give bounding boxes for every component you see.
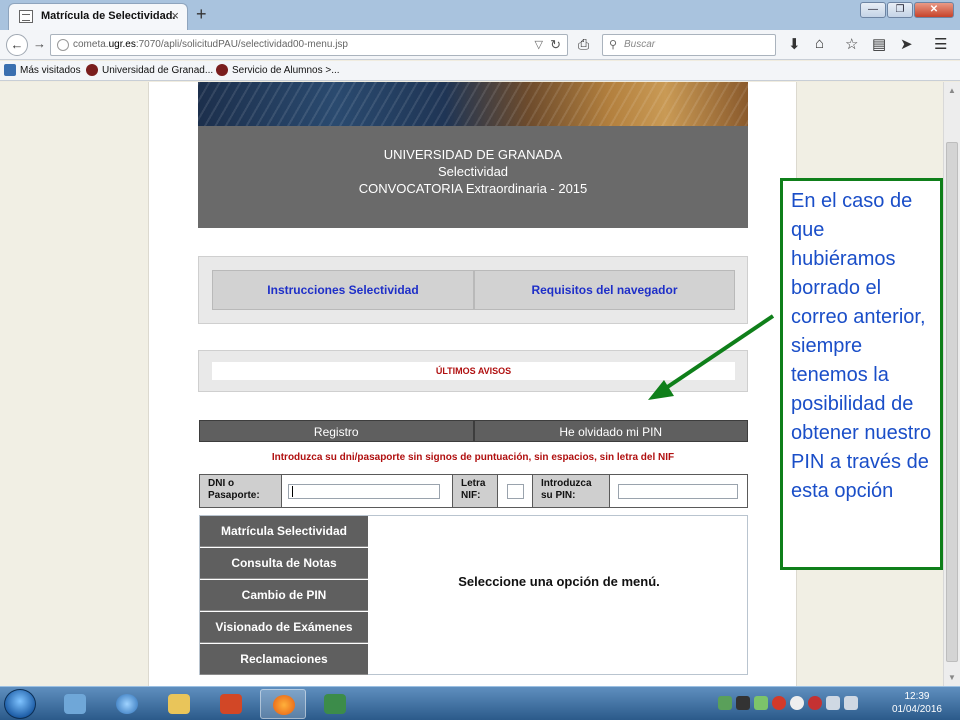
text-caret	[292, 486, 293, 497]
login-tabs: Registro He olvidado mi PIN	[199, 420, 748, 442]
tab-title: Matrícula de Selectividad.	[41, 10, 176, 22]
tray-app-icon[interactable]	[808, 696, 822, 710]
network-icon[interactable]	[826, 696, 840, 710]
annotation-callout: En el caso de que hubiéramos borrado el …	[780, 178, 943, 570]
scrollbar-thumb[interactable]	[946, 142, 958, 662]
bookmark-star-icon[interactable]: ☆	[845, 35, 858, 53]
avisos-box: ÚLTIMOS AVISOS	[198, 350, 748, 392]
new-tab-button[interactable]: +	[196, 4, 207, 25]
ugr-shield-icon	[216, 64, 228, 76]
instrucciones-link[interactable]: Instrucciones Selectividad	[212, 270, 474, 310]
start-button[interactable]	[4, 689, 36, 719]
search-icon: ⚲	[609, 39, 618, 51]
avisos-title: ÚLTIMOS AVISOS	[212, 362, 735, 380]
info-links-box: Instrucciones Selectividad Requisitos de…	[198, 256, 748, 324]
system-clock[interactable]: 12:39 01/04/2016	[892, 690, 942, 716]
print-icon[interactable]: ⎙	[578, 36, 589, 53]
pin-input[interactable]	[618, 484, 738, 499]
browser-titlebar: Matrícula de Selectividad. × + — ❐ ✕	[0, 0, 960, 30]
bookmark-mas-visitados[interactable]: Más visitados	[4, 64, 81, 76]
folder-icon	[168, 694, 190, 714]
page-favicon-icon	[19, 10, 33, 23]
menu-item-consulta-notas[interactable]: Consulta de Notas	[200, 548, 368, 579]
firefox-icon	[273, 695, 295, 715]
annotation-text: En el caso de que hubiéramos borrado el …	[791, 190, 932, 502]
main-menu-panel: Matrícula Selectividad Consulta de Notas…	[199, 515, 748, 675]
convocatoria-name: CONVOCATORIA Extraordinaria - 2015	[358, 181, 588, 196]
scroll-down-icon[interactable]: ▼	[948, 673, 956, 682]
letra-nif-label: Letra NIF:	[452, 475, 498, 507]
menu-item-visionado-examenes[interactable]: Visionado de Exámenes	[200, 612, 368, 643]
bookmarks-toolbar: Más visitados Universidad de Granad... S…	[0, 61, 960, 81]
requisitos-link[interactable]: Requisitos del navegador	[474, 270, 735, 310]
letra-nif-input[interactable]	[507, 484, 524, 499]
tray-app-icon[interactable]	[790, 696, 804, 710]
clock-time: 12:39	[904, 691, 930, 702]
url-history-dropdown-icon[interactable]: ▽	[535, 38, 543, 51]
bookmark-universidad-granada[interactable]: Universidad de Granad...	[86, 64, 213, 76]
volume-icon[interactable]	[844, 696, 858, 710]
section-name: Selectividad	[437, 164, 509, 179]
menu-placeholder-message: Seleccione una opción de menú.	[458, 574, 660, 589]
pocket-send-icon[interactable]: ➤	[900, 35, 913, 53]
navigation-toolbar: ← → cometa.ugr.es:7070/apli/solicitudPAU…	[0, 30, 960, 60]
download-icon[interactable]: ⬇	[788, 35, 801, 53]
tray-alert-icon[interactable]	[772, 696, 786, 710]
taskbar-powerpoint[interactable]	[208, 689, 254, 719]
header-banner-image	[198, 82, 748, 126]
taskbar-firefox[interactable]	[260, 689, 306, 719]
window-controls: — ❐ ✕	[860, 2, 954, 18]
restore-button[interactable]: ❐	[887, 2, 913, 18]
university-name: UNIVERSIDAD DE GRANADA	[383, 147, 563, 162]
tab-olvido-pin[interactable]: He olvidado mi PIN	[473, 420, 748, 442]
hamburger-menu-icon[interactable]: ☰	[934, 35, 947, 53]
search-bar[interactable]: ⚲ Buscar	[602, 34, 776, 56]
tab-registro[interactable]: Registro	[199, 420, 474, 442]
desktop-icon	[64, 694, 86, 714]
minimize-button[interactable]: —	[860, 2, 886, 18]
url-bar[interactable]: cometa.ugr.es:7070/apli/solicitudPAU/sel…	[50, 34, 568, 56]
door-exit-icon	[324, 694, 346, 714]
menu-item-reclamaciones[interactable]: Reclamaciones	[200, 644, 368, 675]
windows-taskbar: 12:39 01/04/2016	[0, 686, 960, 720]
taskbar-show-desktop[interactable]	[52, 689, 98, 719]
tray-app-icon[interactable]	[736, 696, 750, 710]
ugr-shield-icon	[86, 64, 98, 76]
site-info-icon[interactable]	[57, 39, 69, 51]
bookmark-servicio-alumnos[interactable]: Servicio de Alumnos >...	[216, 64, 340, 76]
dni-label: DNI o Pasaporte:	[200, 475, 282, 507]
system-tray	[718, 696, 858, 710]
reload-icon[interactable]: ↻	[550, 37, 561, 53]
bookmark-folder-icon	[4, 64, 16, 76]
vertical-scrollbar[interactable]: ▲ ▼	[943, 82, 960, 686]
taskbar-explorer[interactable]	[156, 689, 202, 719]
internet-explorer-icon	[116, 694, 138, 714]
menu-item-matricula[interactable]: Matrícula Selectividad	[200, 516, 368, 547]
clock-date: 01/04/2016	[891, 704, 942, 715]
browser-tab[interactable]: Matrícula de Selectividad. ×	[8, 3, 188, 30]
tray-app-icon[interactable]	[754, 696, 768, 710]
close-window-button[interactable]: ✕	[914, 2, 954, 18]
menu-item-cambio-pin[interactable]: Cambio de PIN	[200, 580, 368, 611]
powerpoint-icon	[220, 694, 242, 714]
bookmarks-menu-icon[interactable]: ▤	[872, 35, 886, 53]
forward-arrow-icon[interactable]: →	[33, 36, 46, 51]
search-placeholder: Buscar	[624, 39, 656, 50]
taskbar-exit-app[interactable]	[312, 689, 358, 719]
scroll-up-icon[interactable]: ▲	[948, 86, 956, 95]
tray-app-icon[interactable]	[718, 696, 732, 710]
back-arrow-icon[interactable]: ←	[6, 34, 28, 56]
page-header: UNIVERSIDAD DE GRANADA Selectividad CONV…	[198, 126, 748, 228]
pin-label: Introduzca su PIN:	[532, 475, 610, 507]
login-instructions: Introduzca su dni/pasaporte sin signos d…	[271, 452, 675, 463]
login-form: DNI o Pasaporte: Letra NIF: Introduzca s…	[199, 474, 748, 508]
url-text: cometa.ugr.es:7070/apli/solicitudPAU/sel…	[73, 39, 348, 50]
tab-close-icon[interactable]: ×	[171, 8, 179, 23]
home-icon[interactable]: ⌂	[815, 35, 824, 52]
taskbar-ie[interactable]	[104, 689, 150, 719]
dni-input[interactable]	[288, 484, 440, 499]
